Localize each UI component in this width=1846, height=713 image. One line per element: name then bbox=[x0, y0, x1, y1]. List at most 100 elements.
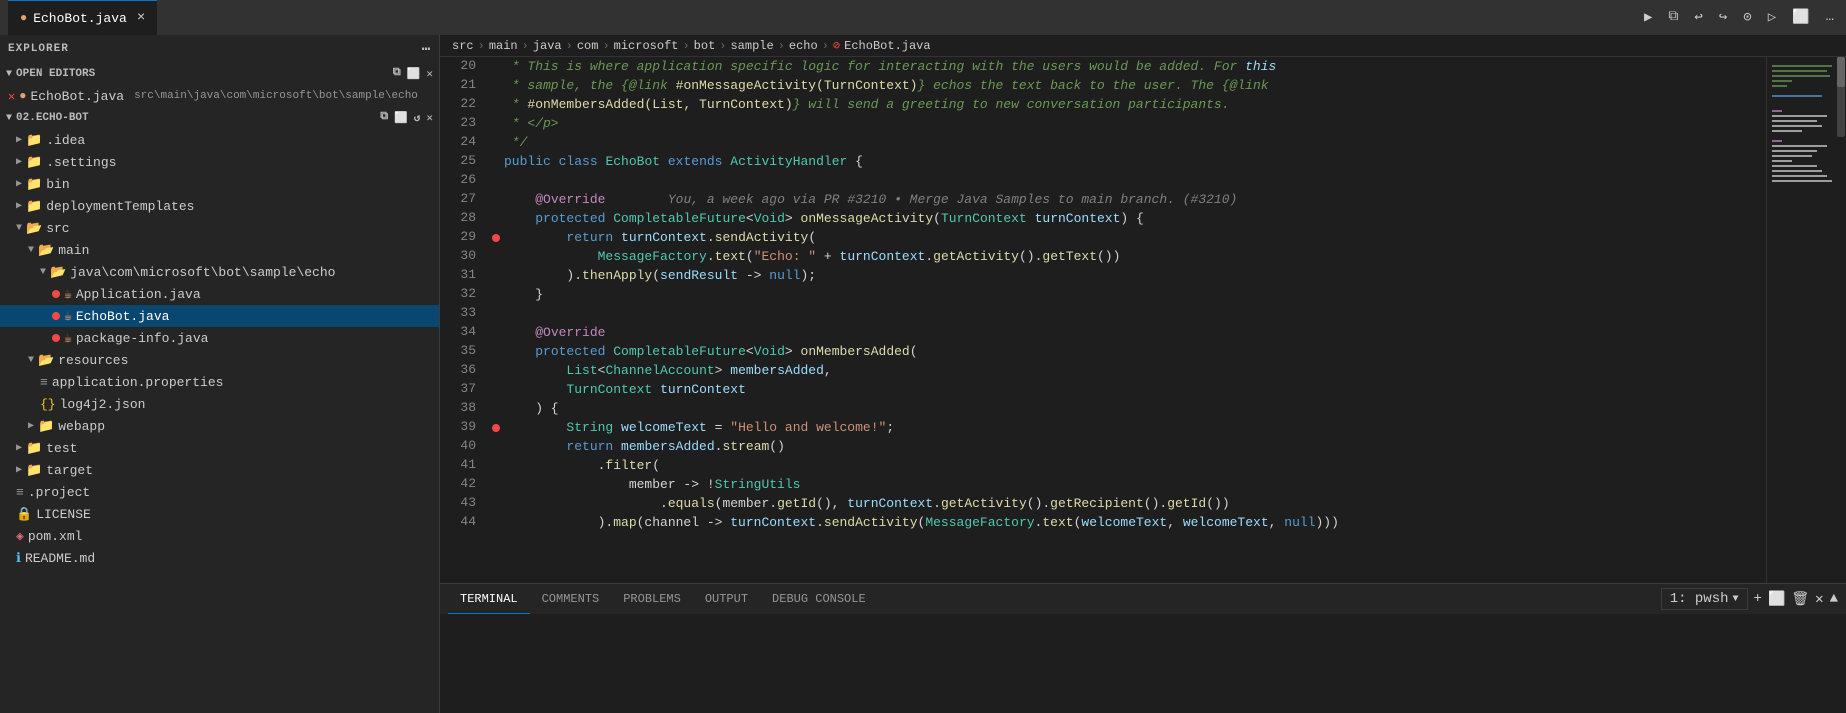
tree-item-readme[interactable]: ℹ README.md bbox=[0, 547, 439, 569]
sidebar-more-icon[interactable]: ⋯ bbox=[422, 41, 431, 58]
code-line-24: 24 */ bbox=[440, 133, 1766, 152]
tree-item-settings[interactable]: ▶ 📁 .settings bbox=[0, 151, 439, 173]
tree-item-log4j[interactable]: {} log4j2.json bbox=[0, 393, 439, 415]
code-editor[interactable]: 20 * This is where application specific … bbox=[440, 57, 1766, 583]
chevron-down-icon[interactable]: ▼ bbox=[1733, 594, 1739, 605]
log4j-label: log4j2.json bbox=[60, 397, 146, 412]
lc-22: * #onMembersAdded(List, TurnContext)} wi… bbox=[504, 95, 1766, 114]
forward-icon[interactable]: ↪ bbox=[1715, 7, 1731, 28]
tree-item-java-path[interactable]: ▼ 📂 java\com\microsoft\bot\sample\echo bbox=[0, 261, 439, 283]
folder-icon: 📁 bbox=[26, 177, 42, 192]
bottom-panel: TERMINAL COMMENTS PROBLEMS OUTPUT DEBUG … bbox=[440, 583, 1846, 713]
run-icon[interactable]: ▶ bbox=[1640, 7, 1656, 28]
explorer-label: Explorer bbox=[8, 43, 69, 55]
proj-close-icon[interactable]: ✕ bbox=[426, 111, 433, 125]
ln-36: 36 bbox=[440, 361, 488, 380]
oe-copy-icon[interactable]: ⧉ bbox=[393, 67, 401, 81]
bin-label: bin bbox=[46, 177, 69, 192]
oe-split-icon[interactable]: ⬜ bbox=[407, 67, 421, 81]
tree-item-app-props[interactable]: ≡ application.properties bbox=[0, 371, 439, 393]
tree-item-main[interactable]: ▼ 📂 main bbox=[0, 239, 439, 261]
panel-split-icon[interactable]: ⬜ bbox=[1768, 591, 1785, 608]
bc-sep3: › bbox=[566, 39, 573, 53]
play-icon[interactable]: ▷ bbox=[1764, 7, 1780, 28]
tree-item-package-info[interactable]: ☕ package-info.java bbox=[0, 327, 439, 349]
tab-comments[interactable]: COMMENTS bbox=[530, 584, 612, 614]
java-icon: ☕ bbox=[64, 309, 72, 324]
tree-item-application[interactable]: ☕ Application.java bbox=[0, 283, 439, 305]
tree-item-idea[interactable]: ▶ 📁 .idea bbox=[0, 129, 439, 151]
tree-item-project-file[interactable]: ≡ .project bbox=[0, 481, 439, 503]
lc-42: member -> !StringUtils bbox=[504, 475, 1766, 494]
project-label: 02.Echo-Bot bbox=[16, 112, 89, 124]
proj-copy-icon[interactable]: ⧉ bbox=[380, 111, 388, 125]
idea-label: .idea bbox=[46, 133, 85, 148]
tree-item-echobot[interactable]: ☕ EchoBot.java bbox=[0, 305, 439, 327]
ln-35: 35 bbox=[440, 342, 488, 361]
open-editor-close[interactable]: ✕ bbox=[8, 89, 15, 104]
back-icon[interactable]: ↩ bbox=[1690, 7, 1706, 28]
code-line-43: 43 .equals(member.getId(), turnContext.g… bbox=[440, 494, 1766, 513]
pwsh-label: 1: pwsh bbox=[1670, 591, 1729, 607]
gutter-20 bbox=[488, 57, 504, 76]
idea-arrow: ▶ bbox=[16, 134, 22, 146]
tab-debug-console[interactable]: DEBUG CONSOLE bbox=[760, 584, 878, 614]
tree-item-license[interactable]: 🔒 LICENSE bbox=[0, 503, 439, 525]
minimap bbox=[1766, 57, 1846, 583]
bc-error-icon: ⊘ bbox=[833, 38, 840, 53]
bin-arrow: ▶ bbox=[16, 178, 22, 190]
tab-problems[interactable]: PROBLEMS bbox=[611, 584, 693, 614]
gutter-30 bbox=[488, 247, 504, 266]
panel-close-icon[interactable]: ✕ bbox=[1815, 591, 1823, 608]
props-icon: ≡ bbox=[40, 375, 48, 390]
tree-item-src[interactable]: ▼ 📂 src bbox=[0, 217, 439, 239]
project-file-label: .project bbox=[28, 485, 90, 500]
project-section[interactable]: ▼ 02.Echo-Bot ⧉ ⬜ ↺ ✕ bbox=[0, 107, 439, 129]
bc-com: com bbox=[577, 39, 599, 53]
open-editor-error-dot: ● bbox=[19, 89, 26, 103]
tab-echobot[interactable]: ● EchoBot.java × bbox=[8, 0, 157, 35]
panel-up-icon[interactable]: ▲ bbox=[1830, 591, 1838, 607]
breadcrumb: src › main › java › com › microsoft › bo… bbox=[440, 35, 1846, 57]
java-path-arrow: ▼ bbox=[40, 267, 46, 278]
settings-arrow: ▶ bbox=[16, 156, 22, 168]
tree-item-resources[interactable]: ▼ 📂 resources bbox=[0, 349, 439, 371]
proj-split-icon[interactable]: ⬜ bbox=[394, 111, 408, 125]
oe-close-icon[interactable]: ✕ bbox=[426, 67, 433, 81]
panel-add-icon[interactable]: + bbox=[1754, 591, 1762, 607]
open-editors-section[interactable]: ▼ Open Editors ⧉ ⬜ ✕ bbox=[0, 63, 439, 85]
terminal-selector[interactable]: 1: pwsh ▼ bbox=[1661, 588, 1748, 610]
tree-item-test[interactable]: ▶ 📁 test bbox=[0, 437, 439, 459]
more-icon[interactable]: … bbox=[1822, 7, 1838, 28]
echobot-label: EchoBot.java bbox=[76, 309, 170, 324]
tab-output[interactable]: OUTPUT bbox=[693, 584, 760, 614]
ln-27: 27 bbox=[440, 190, 488, 209]
tree-item-webapp[interactable]: ▶ 📁 webapp bbox=[0, 415, 439, 437]
proj-refresh-icon[interactable]: ↺ bbox=[414, 111, 421, 125]
java-icon: ☕ bbox=[64, 287, 72, 302]
lc-30: MessageFactory.text("Echo: " + turnConte… bbox=[504, 247, 1766, 266]
open-editor-item[interactable]: ✕ ● EchoBot.java src\main\java\com\micro… bbox=[0, 85, 439, 107]
bc-filename: EchoBot.java bbox=[844, 39, 930, 53]
split-icon[interactable]: ⬜ bbox=[1788, 7, 1813, 28]
settings-label: .settings bbox=[46, 155, 116, 170]
tree-item-pom[interactable]: ◈ pom.xml bbox=[0, 525, 439, 547]
tab-close-button[interactable]: × bbox=[137, 10, 145, 26]
lc-35: protected CompletableFuture<Void> onMemb… bbox=[504, 342, 1766, 361]
tree-item-bin[interactable]: ▶ 📁 bin bbox=[0, 173, 439, 195]
code-line-29: 29 return turnContext.sendActivity( bbox=[440, 228, 1766, 247]
panel-content[interactable] bbox=[440, 614, 1846, 713]
lc-41: .filter( bbox=[504, 456, 1766, 475]
code-line-36: 36 List<ChannelAccount> membersAdded, bbox=[440, 361, 1766, 380]
ln-40: 40 bbox=[440, 437, 488, 456]
ln-29: 29 bbox=[440, 228, 488, 247]
tree-item-deployment[interactable]: ▶ 📁 deploymentTemplates bbox=[0, 195, 439, 217]
layout-icon[interactable]: ⧉ bbox=[1664, 7, 1682, 28]
circle-icon[interactable]: ⊙ bbox=[1739, 7, 1755, 28]
ln-24: 24 bbox=[440, 133, 488, 152]
panel-trash-icon[interactable]: 🗑 bbox=[1791, 591, 1809, 608]
tab-terminal[interactable]: TERMINAL bbox=[448, 584, 530, 614]
folder-open-icon: 📂 bbox=[26, 221, 42, 236]
tree-item-target[interactable]: ▶ 📁 target bbox=[0, 459, 439, 481]
lc-32: } bbox=[504, 285, 1766, 304]
